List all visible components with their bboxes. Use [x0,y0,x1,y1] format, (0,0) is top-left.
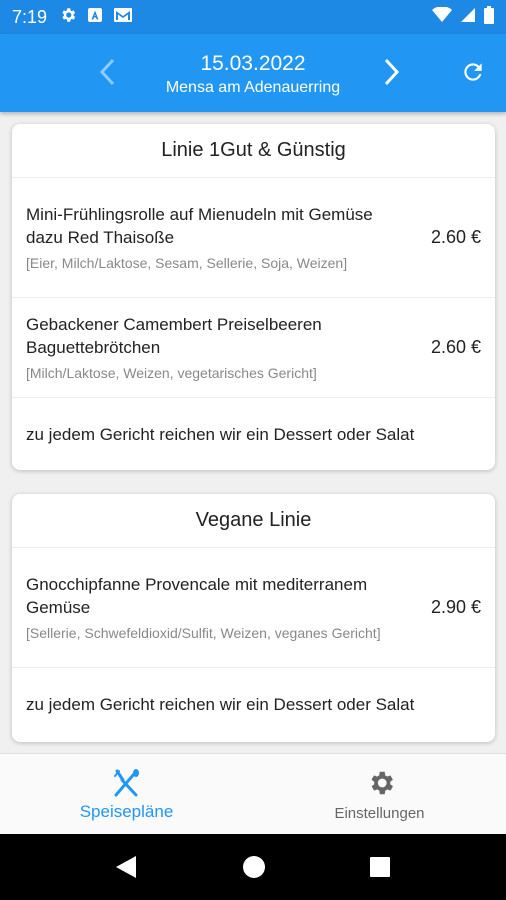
wifi-icon [432,5,452,28]
meal-name: Gnocchipfanne Provencale mit mediterrane… [26,574,368,617]
status-time: 7:19 [12,6,48,27]
meal-name: zu jedem Gericht reichen wir ein Dessert… [26,424,415,444]
menu-list[interactable]: Linie 1Gut & Günstig Mini-Frühlingsrolle… [0,112,506,753]
signal-icon [460,7,476,28]
chevron-right-icon [379,57,403,92]
date-label: 15.03.2022 [200,52,306,75]
tab-einstellungen[interactable]: Einstellungen [253,754,506,835]
gear-icon [363,768,395,798]
meal-name: zu jedem Gericht reichen wir ein Dessert… [26,695,415,714]
status-bar: 7:19 [0,0,506,34]
menu-line-card: Vegane Linie Gnocchipfanne Provencale mi… [12,494,495,742]
battery-icon [484,5,494,29]
line-title: Linie 1Gut & Günstig [12,124,495,178]
meal-allergens: [Sellerie, Schwefeldioxid/Sulfit, Weizen… [26,624,381,641]
a-notification-icon [87,7,103,28]
tab-label-einstellungen: Einstellungen [334,805,425,822]
meal-price: 2.60 € [430,227,481,247]
meal-name: Gebackener Camembert Preiselbeeren Bague… [26,314,322,357]
system-navigation-bar [0,834,506,900]
status-notification-icons [59,6,133,29]
home-icon[interactable] [242,854,266,885]
tab-label-speiseplaene: Speisepläne [79,802,174,821]
meal-name: Mini-Frühlingsrolle auf Mienudeln mit Ge… [26,204,373,247]
mensa-name: Mensa am Adenauerring [165,79,341,96]
meal-item: zu jedem Gericht reichen wir ein Dessert… [12,398,495,470]
cutlery-icon [110,768,142,798]
status-system-icons [432,5,494,29]
tab-speiseplaene[interactable]: Speisepläne [0,754,253,835]
next-day-button[interactable] [371,54,411,94]
line-title: Vegane Linie [12,494,495,548]
meal-allergens: [Eier, Milch/Laktose, Sesam, Sellerie, S… [26,254,348,271]
meal-item: Gnocchipfanne Provencale mit mediterrane… [12,548,495,668]
meal-price: 2.60 € [430,337,481,357]
app-bar: 15.03.2022 Mensa am Adenauerring [0,34,506,112]
refresh-button[interactable] [453,54,493,94]
mail-icon [113,7,133,28]
bottom-navigation: Speisepläne Einstellungen [0,753,506,834]
menu-line-card: Linie 1Gut & Günstig Mini-Frühlingsrolle… [12,124,495,470]
back-icon[interactable] [114,854,138,885]
meal-allergens: [Milch/Laktose, Weizen, vegetarisches Ge… [26,364,317,381]
meal-item: Mini-Frühlingsrolle auf Mienudeln mit Ge… [12,178,495,298]
meal-price: 2.90 € [430,597,481,617]
previous-day-button[interactable] [88,54,128,94]
chevron-left-icon [96,57,120,92]
meal-item: zu jedem Gericht reichen wir ein Dessert… [12,668,495,741]
gear-icon [59,6,77,29]
refresh-icon [460,59,486,90]
app-bar-title: 15.03.2022 Mensa am Adenauerring [130,50,376,98]
recents-icon[interactable] [368,854,392,885]
meal-item: Gebackener Camembert Preiselbeeren Bague… [12,298,495,398]
